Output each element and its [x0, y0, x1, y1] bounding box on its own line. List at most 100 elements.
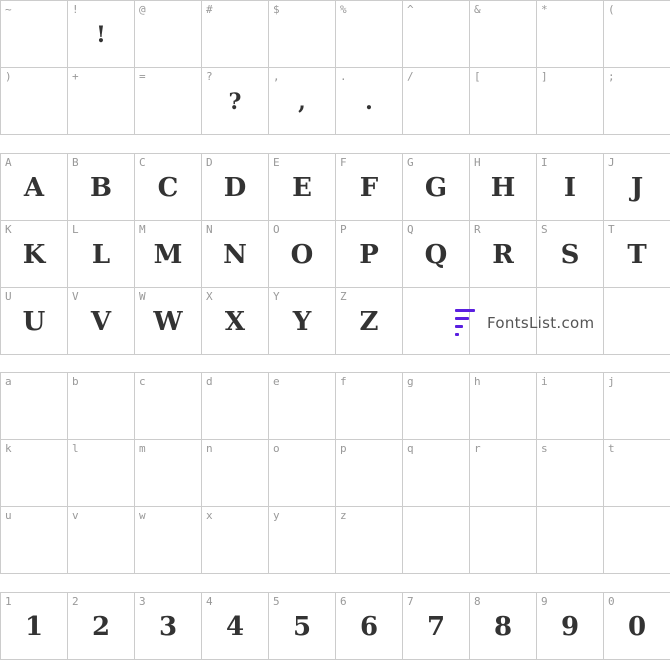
glyph-cell: *	[537, 1, 604, 68]
glyph-cell: TT	[604, 221, 670, 288]
glyph-preview: G	[424, 173, 448, 203]
glyph-cell: HH	[470, 154, 537, 221]
glyph-cell: d	[202, 373, 269, 440]
glyph-cell: 55	[269, 593, 336, 660]
glyph-cell: FF	[336, 154, 403, 221]
character-key-label: ^	[407, 3, 414, 16]
glyph-cell: ??	[202, 68, 269, 135]
glyph-cell: /	[403, 68, 470, 135]
glyph-cell	[403, 507, 470, 574]
character-key-label: g	[407, 375, 414, 388]
glyph-cell	[604, 507, 670, 574]
glyph-preview: 3	[158, 612, 178, 642]
glyph-preview: T	[627, 240, 647, 270]
glyph-cell: f	[336, 373, 403, 440]
glyph-preview: C	[157, 173, 179, 203]
glyph-cell: WW	[135, 288, 202, 355]
glyph-cell: OO	[269, 221, 336, 288]
glyph-cell: c	[135, 373, 202, 440]
glyph-cell: n	[202, 440, 269, 507]
glyph-preview: F	[359, 173, 379, 203]
glyph-cell: z	[336, 507, 403, 574]
glyph-cell: PP	[336, 221, 403, 288]
glyph-cell: m	[135, 440, 202, 507]
glyph-preview: M	[153, 240, 183, 270]
character-key-label: x	[206, 509, 213, 522]
character-key-label: y	[273, 509, 280, 522]
glyph-preview: 0	[627, 612, 647, 642]
glyph-preview: 6	[359, 612, 379, 642]
glyph-preview: 8	[493, 612, 513, 642]
glyph-preview: K	[22, 240, 46, 270]
glyph-cell: x	[202, 507, 269, 574]
character-key-label: e	[273, 375, 280, 388]
glyph-cell: II	[537, 154, 604, 221]
glyph-cell: j	[604, 373, 670, 440]
character-key-label: )	[5, 70, 12, 83]
character-key-label: w	[139, 509, 146, 522]
glyph-cell: s	[537, 440, 604, 507]
glyph-cell: ~	[1, 1, 68, 68]
character-key-label: =	[139, 70, 146, 83]
character-key-label: c	[139, 375, 146, 388]
glyph-cell: l	[68, 440, 135, 507]
glyph-preview: E	[292, 173, 312, 203]
glyph-cell: e	[269, 373, 336, 440]
character-key-label: v	[72, 509, 79, 522]
character-key-label: (	[608, 3, 615, 16]
glyph-cell: g	[403, 373, 470, 440]
glyph-cell: UU	[1, 288, 68, 355]
lowercase-grid: a b c d e f g h i j k l m n o p q r s t u v w x y z	[0, 372, 670, 574]
glyph-preview: V	[90, 307, 112, 337]
glyph-preview: L	[91, 240, 111, 270]
glyph-cell: y	[269, 507, 336, 574]
character-key-label: +	[72, 70, 79, 83]
glyph-cell: ]	[537, 68, 604, 135]
glyph-preview: P	[359, 240, 379, 270]
glyph-cell: @	[135, 1, 202, 68]
fontslist-watermark: FontsList.com	[455, 309, 594, 337]
glyph-preview: 5	[292, 612, 312, 642]
glyph-preview: X	[224, 307, 246, 337]
glyph-cell: h	[470, 373, 537, 440]
glyph-cell: b	[68, 373, 135, 440]
character-key-label: p	[340, 442, 347, 455]
character-key-label: %	[340, 3, 347, 16]
glyph-preview: D	[223, 173, 247, 203]
glyph-cell: $	[269, 1, 336, 68]
glyph-cell: RR	[470, 221, 537, 288]
character-key-label: z	[340, 509, 347, 522]
character-key-label: u	[5, 509, 12, 522]
glyph-preview: 7	[426, 612, 446, 642]
glyph-preview: W	[153, 307, 183, 337]
character-key-label: h	[474, 375, 481, 388]
character-key-label: r	[474, 442, 481, 455]
character-key-label: /	[407, 70, 414, 83]
character-key-label: ;	[608, 70, 615, 83]
glyph-cell: a	[1, 373, 68, 440]
glyph-cell: QQ	[403, 221, 470, 288]
glyph-cell: 22	[68, 593, 135, 660]
glyph-cell: 00	[604, 593, 670, 660]
glyph-cell: AA	[1, 154, 68, 221]
glyph-cell	[470, 507, 537, 574]
glyph-cell: =	[135, 68, 202, 135]
glyph-preview: Z	[359, 307, 379, 337]
glyph-cell: 11	[1, 593, 68, 660]
glyph-cell: v	[68, 507, 135, 574]
character-key-label: l	[72, 442, 79, 455]
glyph-preview: ,	[298, 89, 306, 115]
glyph-cell: JJ	[604, 154, 670, 221]
glyph-cell: LL	[68, 221, 135, 288]
glyph-preview: S	[560, 240, 580, 270]
character-key-label: j	[608, 375, 615, 388]
glyph-cell: w	[135, 507, 202, 574]
glyph-cell: &	[470, 1, 537, 68]
glyph-cell: !!	[68, 1, 135, 68]
glyph-cell: %	[336, 1, 403, 68]
glyph-cell: DD	[202, 154, 269, 221]
glyph-cell: SS	[537, 221, 604, 288]
glyph-preview: J	[630, 173, 644, 203]
glyph-cell: [	[470, 68, 537, 135]
character-key-label: d	[206, 375, 213, 388]
